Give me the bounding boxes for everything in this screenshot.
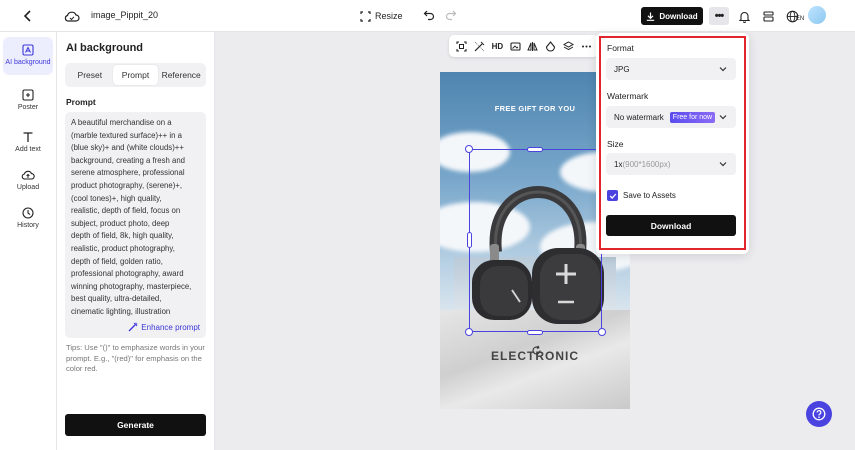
back-arrow-icon[interactable] (18, 6, 38, 26)
more-options-button[interactable]: ••• (709, 7, 729, 25)
tab-reference[interactable]: Reference (158, 65, 204, 85)
text-icon (23, 132, 33, 142)
ai-background-icon (22, 44, 34, 56)
resize-button[interactable]: Resize (360, 7, 403, 25)
download-button[interactable]: Download (641, 7, 703, 25)
top-bar: image_Pippit_20 Resize Download ••• EN (0, 0, 855, 32)
upscale-icon[interactable] (455, 39, 469, 53)
panel-tabs: Preset Prompt Reference (65, 63, 206, 87)
rail-label: Poster (17, 104, 39, 111)
magic-eraser-icon[interactable] (473, 39, 487, 53)
opacity-icon[interactable] (544, 39, 558, 53)
tips-text: Tips: Use "()" to emphasize words in you… (66, 343, 205, 373)
poster-icon (22, 89, 34, 101)
history-icon (22, 207, 34, 219)
resize-icon (360, 10, 371, 22)
hd-button[interactable]: HD (490, 39, 504, 53)
resize-handle-top[interactable] (527, 147, 543, 152)
arrange-icon[interactable] (561, 39, 575, 53)
rail-item-upload[interactable]: Upload (3, 168, 53, 192)
left-rail: AI background Poster Add text Upload His… (0, 32, 57, 450)
language-code: EN (795, 16, 805, 22)
question-icon (812, 407, 826, 421)
image-replace-icon[interactable] (508, 39, 522, 53)
highlight-outline (599, 36, 746, 250)
resize-handle-bottom-left[interactable] (465, 328, 473, 336)
selection-box[interactable] (469, 149, 602, 332)
rail-label: Add text (15, 146, 41, 153)
flip-icon[interactable] (526, 39, 540, 53)
rail-label: AI background (5, 59, 51, 66)
download-icon (647, 12, 655, 21)
avatar[interactable] (808, 6, 826, 24)
cloud-sync-icon[interactable] (62, 6, 82, 26)
resize-handle-bottom-right[interactable] (598, 328, 606, 336)
layers-icon[interactable] (759, 7, 777, 25)
resize-handle-left[interactable] (467, 232, 472, 248)
redo-icon[interactable] (443, 7, 459, 23)
enhance-prompt-label: Enhance prompt (141, 322, 200, 332)
tab-preset[interactable]: Preset (67, 65, 113, 85)
bell-icon[interactable] (735, 7, 753, 25)
undo-icon[interactable] (421, 7, 437, 23)
generate-button[interactable]: Generate (65, 414, 206, 436)
download-label: Download (659, 11, 698, 21)
file-name[interactable]: image_Pippit_20 (91, 10, 158, 20)
rail-item-ai-background[interactable]: AI background (3, 37, 53, 75)
magic-wand-icon (128, 322, 138, 332)
upload-icon (21, 170, 35, 180)
resize-handle-bottom[interactable] (527, 330, 543, 335)
rail-label: Upload (16, 184, 40, 191)
language-button[interactable]: EN (784, 7, 806, 25)
resize-handle-top-left[interactable] (465, 145, 473, 153)
ai-background-panel: AI background Preset Prompt Reference Pr… (57, 32, 215, 450)
prompt-label: Prompt (66, 97, 96, 107)
enhance-prompt-button[interactable]: Enhance prompt (128, 322, 200, 332)
rail-item-history[interactable]: History (3, 206, 53, 230)
help-button[interactable] (806, 401, 832, 427)
prompt-textarea[interactable]: A beautiful merchandise on a (marble tex… (65, 112, 206, 338)
tab-prompt[interactable]: Prompt (112, 65, 159, 85)
rail-item-add-text[interactable]: Add text (3, 130, 53, 154)
rail-item-poster[interactable]: Poster (3, 88, 53, 112)
canvas-toolbar: HD (449, 35, 599, 57)
prompt-text[interactable]: A beautiful merchandise on a (marble tex… (71, 117, 201, 319)
panel-title: AI background (66, 42, 144, 54)
rail-label: History (17, 222, 39, 229)
rotate-icon[interactable] (530, 344, 542, 356)
more-tools-icon[interactable] (579, 39, 593, 53)
resize-label: Resize (375, 11, 403, 21)
